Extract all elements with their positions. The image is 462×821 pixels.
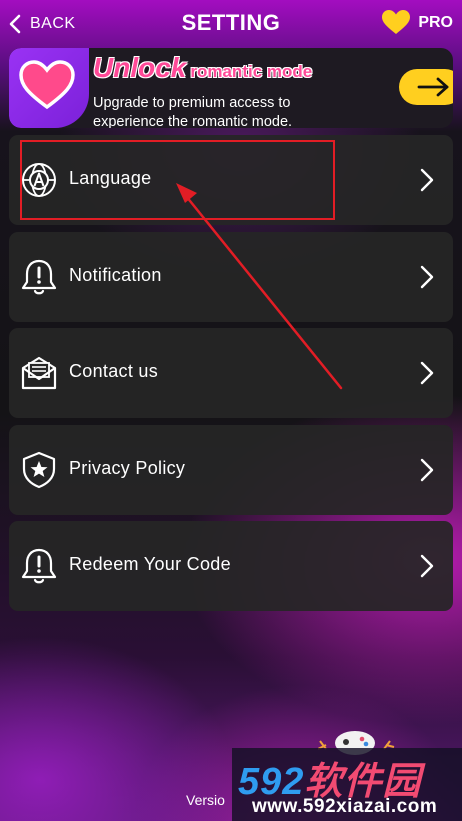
arrow-right-icon: [417, 77, 449, 97]
banner-go-button[interactable]: [399, 69, 453, 105]
settings-item-label: Notification: [69, 265, 162, 285]
chevron-right-icon: [419, 168, 435, 192]
banner-title-unlock: Unlock: [93, 52, 187, 83]
settings-item-label: Contact us: [69, 361, 159, 381]
shield-star-icon: [20, 451, 58, 489]
settings-item-notification[interactable]: Notification: [9, 232, 453, 322]
chevron-right-icon: [419, 265, 435, 289]
banner-heart-art: [9, 48, 89, 128]
watermark-url: www.592xiazai.com: [252, 796, 438, 817]
pro-button[interactable]: PRO: [382, 10, 453, 35]
settings-item-label: Redeem Your Code: [69, 554, 231, 574]
bell-alert-icon: [20, 547, 58, 585]
version-label: Versio: [186, 792, 225, 808]
watermark: 592软件园 www.592xiazai.com: [232, 748, 462, 821]
banner-title: Unlock romantic mode: [93, 52, 312, 84]
annotation-highlight-box: [20, 140, 335, 220]
banner-title-mode: romantic mode: [190, 62, 313, 81]
settings-item-label: Privacy Policy: [69, 458, 186, 478]
banner-subtitle: Upgrade to premium access to experience …: [93, 95, 293, 128]
chevron-right-icon: [419, 554, 435, 578]
bell-alert-icon: [20, 258, 58, 296]
pro-label: PRO: [418, 13, 453, 31]
unlock-romantic-mode-banner[interactable]: Unlock romantic mode Upgrade to premium a…: [9, 48, 453, 128]
settings-item-redeem-code[interactable]: Redeem Your Code: [9, 521, 453, 611]
chevron-right-icon: [419, 458, 435, 482]
heart-icon: [19, 60, 75, 110]
chevron-right-icon: [419, 361, 435, 385]
header-bar: BACK SETTING PRO: [0, 0, 462, 48]
settings-item-privacy-policy[interactable]: Privacy Policy: [9, 425, 453, 515]
heart-icon: [382, 10, 411, 34]
settings-item-contact-us[interactable]: Contact us: [9, 328, 453, 418]
envelope-icon: [20, 354, 58, 392]
